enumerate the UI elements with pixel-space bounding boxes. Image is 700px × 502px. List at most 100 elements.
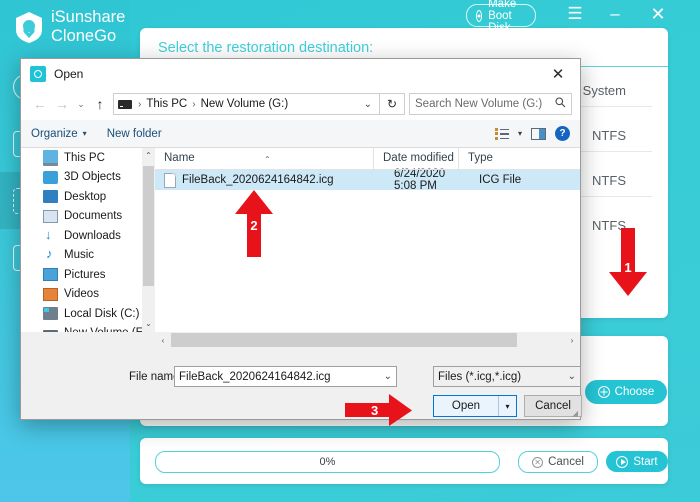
view-dropdown-icon[interactable]: ▾ — [518, 129, 522, 138]
scroll-thumb[interactable] — [143, 166, 154, 286]
desktop-icon — [43, 190, 58, 204]
dialog-footer: File name: FileBack_2020624164842.icg ⌄ … — [21, 348, 582, 419]
dialog-title: Open — [54, 66, 84, 81]
this-pc-icon — [43, 149, 58, 166]
recent-locations-icon[interactable]: ⌄ — [73, 99, 89, 110]
open-button[interactable]: Open ▾ — [433, 395, 517, 417]
search-icon — [555, 97, 566, 111]
new-folder-label: New folder — [106, 127, 162, 140]
tree-item-local-disk-c[interactable]: Local Disk (C:) — [21, 304, 155, 324]
menu-icon[interactable]: ☰ — [563, 3, 587, 25]
make-boot-disk-button[interactable]: Make Boot Disk — [465, 0, 536, 34]
file-name-dropdown-icon[interactable]: ⌄ — [384, 371, 392, 382]
file-name: FileBack_2020624164842.icg — [182, 174, 334, 186]
tree-scrollbar[interactable]: ⌃ ⌄ — [142, 148, 155, 332]
file-name-value: FileBack_2020624164842.icg — [179, 370, 331, 383]
open-split-dropdown-icon[interactable]: ▾ — [498, 396, 516, 416]
cancel-button-label: Cancel — [548, 456, 584, 468]
column-header-name[interactable]: ⌃ Name — [155, 148, 373, 169]
annotation-arrow-1: 1 — [608, 228, 648, 298]
preview-pane-icon[interactable] — [531, 127, 546, 140]
scroll-down-icon[interactable]: ⌄ — [142, 316, 155, 332]
start-button[interactable]: Start — [606, 451, 668, 472]
annotation-arrow-2: 2 — [234, 190, 274, 258]
tree-item-new-volume-e[interactable]: New Volume (E:) — [21, 324, 155, 332]
search-input[interactable]: Search New Volume (G:) — [409, 93, 572, 115]
help-icon[interactable]: ? — [555, 126, 570, 141]
disc-icon — [475, 9, 483, 22]
resize-grip-icon[interactable]: ◢ — [572, 409, 578, 418]
change-view-icon[interactable] — [494, 127, 509, 140]
refresh-icon[interactable]: ↻ — [380, 93, 405, 115]
dialog-navigation-bar: ← → ⌄ ↑ › This PC › New Volume (G:) ⌄ ↻ … — [21, 88, 580, 120]
file-type-dropdown-icon[interactable]: ⌄ — [568, 371, 576, 382]
scroll-up-icon[interactable]: ⌃ — [142, 148, 155, 164]
pictures-icon — [43, 268, 58, 282]
tree-item-desktop[interactable]: Desktop — [21, 187, 155, 207]
isunshare-app-icon — [30, 65, 46, 82]
scroll-track[interactable] — [171, 332, 564, 348]
file-type-select[interactable]: Files (*.icg,*.icg) ⌄ — [433, 366, 581, 387]
progress-bar: 0% — [155, 451, 500, 473]
footer-panel: 0% ✕ Cancel Start — [140, 438, 668, 484]
scroll-right-icon[interactable]: › — [564, 336, 580, 345]
column-header-date-modified[interactable]: Date modified — [373, 148, 458, 169]
annotation-number-3: 3 — [371, 403, 379, 418]
file-name-input[interactable]: FileBack_2020624164842.icg ⌄ — [174, 366, 397, 387]
play-circle-icon — [616, 455, 629, 468]
app-window: iSunshare CloneGo Make Boot Disk ☰ – — [0, 0, 700, 502]
tree-item-downloads[interactable]: Downloads — [21, 226, 155, 246]
dialog-toolbar: Organize ▾ New folder ▾ ? — [21, 120, 580, 148]
crumb-separator: › — [138, 98, 142, 110]
drive-icon — [118, 99, 132, 109]
forward-icon[interactable]: → — [51, 96, 73, 112]
file-list-horizontal-scrollbar[interactable]: ‹ › — [155, 332, 580, 348]
tree-item-videos[interactable]: Videos — [21, 285, 155, 305]
sort-ascending-icon: ⌃ — [264, 155, 271, 164]
music-icon — [43, 246, 58, 262]
open-button-label: Open — [451, 400, 481, 412]
organize-button[interactable]: Organize ▾ — [31, 128, 87, 140]
tree-item-label: This PC — [64, 151, 105, 164]
up-icon[interactable]: ↑ — [89, 96, 111, 112]
dialog-title-bar: Open ✕ — [21, 59, 580, 88]
tree-item-label: Local Disk (C:) — [64, 307, 140, 320]
plus-circle-icon — [597, 386, 610, 398]
tree-item-pictures[interactable]: Pictures — [21, 265, 155, 285]
back-icon[interactable]: ← — [29, 96, 51, 112]
tree-item-label: Desktop — [64, 190, 107, 203]
tree-item-3d-objects[interactable]: 3D Objects — [21, 168, 155, 188]
address-bar[interactable]: › This PC › New Volume (G:) ⌄ — [113, 93, 380, 115]
search-placeholder: Search New Volume (G:) — [415, 98, 543, 110]
tree-item-label: New Volume (E:) — [64, 327, 150, 332]
column-header-type-label: Type — [468, 152, 493, 164]
breadcrumb-this-pc[interactable]: This PC — [146, 98, 187, 110]
choose-button[interactable]: Choose — [585, 380, 667, 404]
tree-item-music[interactable]: Music — [21, 246, 155, 266]
file-row[interactable]: FileBack_2020624164842.icg 6/24/2020 5:0… — [155, 168, 580, 192]
choose-button-label: Choose — [614, 386, 655, 398]
dialog-cancel-label: Cancel — [535, 400, 571, 412]
address-dropdown-icon[interactable]: ⌄ — [364, 99, 375, 110]
cancel-button[interactable]: ✕ Cancel — [518, 451, 598, 473]
dialog-close-icon[interactable]: ✕ — [536, 59, 580, 88]
brand-line-2: CloneGo — [51, 27, 117, 45]
scroll-left-icon[interactable]: ‹ — [155, 336, 171, 345]
column-header-date-label: Date modified — [383, 152, 454, 164]
progress-text: 0% — [319, 456, 336, 468]
tree-item-label: Videos — [64, 288, 99, 301]
tree-item-this-pc[interactable]: This PC — [21, 148, 155, 168]
minimize-icon[interactable]: – — [603, 3, 627, 25]
breadcrumb-new-volume-g[interactable]: New Volume (G:) — [201, 98, 289, 110]
scroll-thumb[interactable] — [171, 333, 517, 347]
organize-label: Organize — [31, 127, 78, 140]
new-folder-button[interactable]: New folder — [107, 128, 162, 140]
chevron-down-icon: ▾ — [82, 129, 87, 138]
drive-icon — [43, 329, 58, 332]
toolbar-right-group: ▾ ? — [494, 126, 570, 141]
tree-item-label: Documents — [64, 210, 123, 223]
annotation-arrow-3: 3 — [345, 394, 413, 427]
column-header-type[interactable]: Type — [458, 148, 568, 169]
close-icon[interactable]: ✕ — [646, 3, 670, 25]
tree-item-documents[interactable]: Documents — [21, 207, 155, 227]
